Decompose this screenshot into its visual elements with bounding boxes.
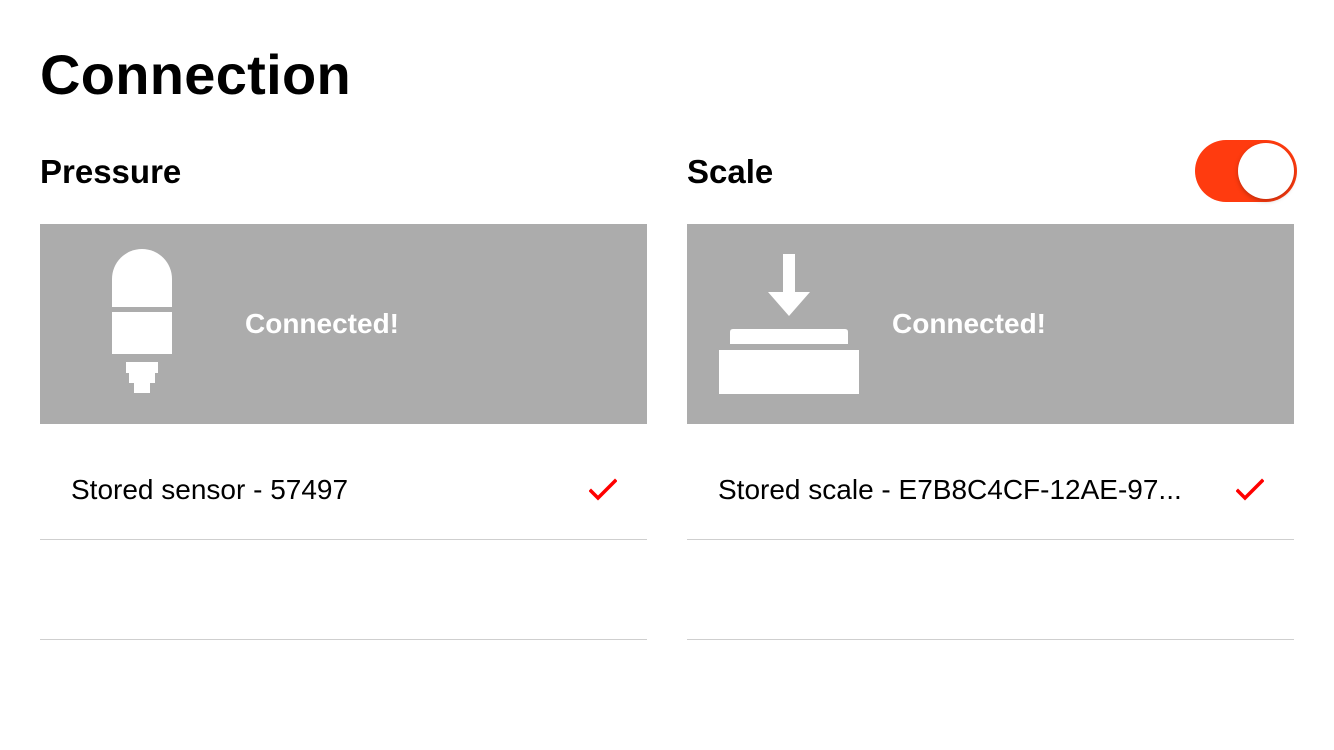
scale-status-card: Connected! xyxy=(687,224,1294,424)
page-title: Connection xyxy=(40,43,351,106)
scale-title: Scale xyxy=(687,153,774,190)
pressure-section: Pressure Connected! Stored sensor - 5749… xyxy=(40,140,647,640)
toggle-knob xyxy=(1238,143,1294,199)
scale-header: Scale xyxy=(687,140,1297,204)
scale-icon xyxy=(719,254,859,394)
checkmark-icon xyxy=(589,478,617,501)
scale-status-text: Connected! xyxy=(892,308,1046,339)
stored-sensor-row[interactable]: Stored sensor - 57497 xyxy=(40,424,647,540)
scale-toggle[interactable] xyxy=(1195,140,1297,202)
pressure-title: Pressure xyxy=(40,153,182,190)
scale-section: Scale Connected! Stored scale - E7B8C4CF… xyxy=(687,140,1297,640)
scale-list: Stored scale - E7B8C4CF-12AE-97... xyxy=(687,424,1294,640)
stored-scale-label: Stored scale - E7B8C4CF-12AE-97... xyxy=(718,474,1182,505)
stored-scale-row[interactable]: Stored scale - E7B8C4CF-12AE-97... xyxy=(687,424,1294,540)
list-row-empty xyxy=(687,540,1294,640)
pressure-status-text: Connected! xyxy=(245,308,399,339)
pressure-status-card: Connected! xyxy=(40,224,647,424)
stored-sensor-label: Stored sensor - 57497 xyxy=(71,474,349,505)
checkmark-icon xyxy=(1236,478,1264,501)
pressure-sensor-icon xyxy=(112,249,172,393)
list-row-empty xyxy=(40,540,647,640)
pressure-list: Stored sensor - 57497 xyxy=(40,424,647,640)
pressure-header: Pressure xyxy=(40,140,647,204)
connection-screen: Connection Pressure Connected! Stored se… xyxy=(0,0,1334,750)
